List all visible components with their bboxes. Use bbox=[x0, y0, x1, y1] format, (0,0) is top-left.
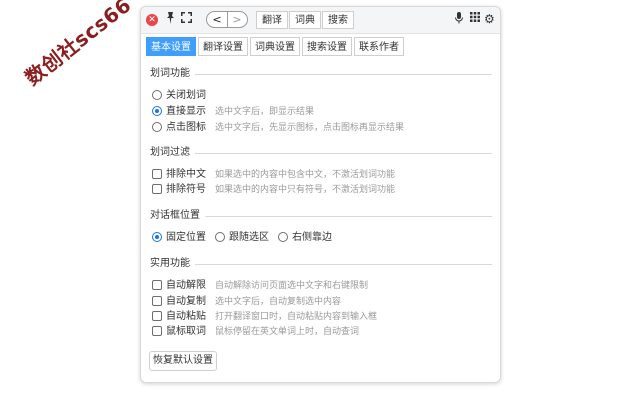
section-title-position: 对话框位置 bbox=[150, 210, 200, 221]
section-title-utility: 实用功能 bbox=[150, 258, 190, 269]
section-divider bbox=[195, 264, 492, 265]
position-options: 固定位置 跟随选区 右侧靠边 bbox=[152, 231, 482, 245]
option-description: 选中文字后，先显示图标，点击图标再显示结果 bbox=[215, 123, 405, 133]
option-label: 鼠标取词 bbox=[166, 326, 206, 337]
option-description: 如果选中的内容中只有符号，不激活划词功能 bbox=[215, 185, 396, 195]
option-label: 关闭划词 bbox=[166, 90, 206, 101]
tab-translate-settings[interactable]: 翻译设置 bbox=[198, 37, 248, 56]
tab-dictionary-settings[interactable]: 词典设置 bbox=[250, 37, 300, 56]
radio-button[interactable] bbox=[152, 122, 162, 132]
radio-button-checked[interactable] bbox=[152, 106, 162, 116]
option-label: 跟随选区 bbox=[229, 232, 269, 243]
checkbox[interactable] bbox=[152, 311, 162, 321]
grid-icon[interactable] bbox=[470, 12, 480, 26]
option-label: 固定位置 bbox=[166, 232, 206, 243]
checkbox[interactable] bbox=[152, 296, 162, 306]
mic-icon[interactable] bbox=[455, 12, 463, 28]
settings-panel: ✕ < > 翻译 词典 搜索 ⚙ 基本设置 翻译设置 词典设置 搜索设置 联系作… bbox=[140, 6, 501, 383]
option-label: 排除符号 bbox=[166, 184, 206, 195]
tab-basic-settings[interactable]: 基本设置 bbox=[146, 37, 196, 56]
nav-buttons: < > bbox=[206, 11, 248, 28]
option-label: 右侧靠边 bbox=[292, 232, 332, 243]
forward-button[interactable]: > bbox=[227, 12, 247, 27]
option-description: 自动解除访问页面选中文字和右键限制 bbox=[215, 281, 369, 291]
gear-icon[interactable]: ⚙ bbox=[484, 12, 495, 26]
checkbox[interactable] bbox=[152, 169, 162, 179]
section-divider bbox=[205, 216, 492, 217]
section-divider bbox=[195, 74, 492, 75]
option-label: 自动解限 bbox=[166, 280, 206, 291]
option-description: 鼠标停留在英文单词上时，自动查词 bbox=[215, 327, 360, 337]
checkbox[interactable] bbox=[152, 326, 162, 336]
option-description: 选中文字后，自动复制选中内容 bbox=[215, 297, 342, 307]
close-icon[interactable]: ✕ bbox=[146, 14, 158, 26]
option-description: 如果选中的内容中包含中文，不激活划词功能 bbox=[215, 170, 396, 180]
checkbox[interactable] bbox=[152, 184, 162, 194]
option-label: 自动粘贴 bbox=[166, 311, 206, 322]
option-label: 自动复制 bbox=[166, 296, 206, 307]
tab-contact-author[interactable]: 联系作者 bbox=[354, 37, 404, 56]
radio-button[interactable] bbox=[215, 232, 225, 242]
radio-button-checked[interactable] bbox=[152, 232, 162, 242]
tab-translate[interactable]: 翻译 bbox=[256, 11, 288, 29]
option-label: 排除中文 bbox=[166, 169, 206, 180]
pin-icon[interactable] bbox=[165, 12, 176, 28]
toolbar: ✕ < > 翻译 词典 搜索 ⚙ bbox=[141, 7, 500, 34]
expand-icon[interactable] bbox=[181, 12, 192, 27]
option-label: 点击图标 bbox=[166, 122, 206, 133]
watermark-text: 数创社scs66 bbox=[20, 0, 136, 91]
checkbox[interactable] bbox=[152, 280, 162, 290]
section-title-filter: 划词过滤 bbox=[150, 147, 190, 158]
tab-search-settings[interactable]: 搜索设置 bbox=[302, 37, 352, 56]
back-button[interactable]: < bbox=[207, 12, 228, 27]
option-description: 选中文字后，即显示结果 bbox=[215, 107, 315, 117]
reset-defaults-button[interactable]: 恢复默认设置 bbox=[149, 351, 217, 371]
tab-dictionary[interactable]: 词典 bbox=[289, 11, 321, 29]
radio-button[interactable] bbox=[152, 90, 162, 100]
option-description: 打开翻译窗口时，自动粘贴内容到输入框 bbox=[215, 312, 378, 322]
section-divider bbox=[195, 153, 492, 154]
tab-search[interactable]: 搜索 bbox=[322, 11, 354, 29]
radio-button[interactable] bbox=[278, 232, 288, 242]
section-title-select: 划词功能 bbox=[150, 68, 190, 79]
option-label: 直接显示 bbox=[166, 106, 206, 117]
